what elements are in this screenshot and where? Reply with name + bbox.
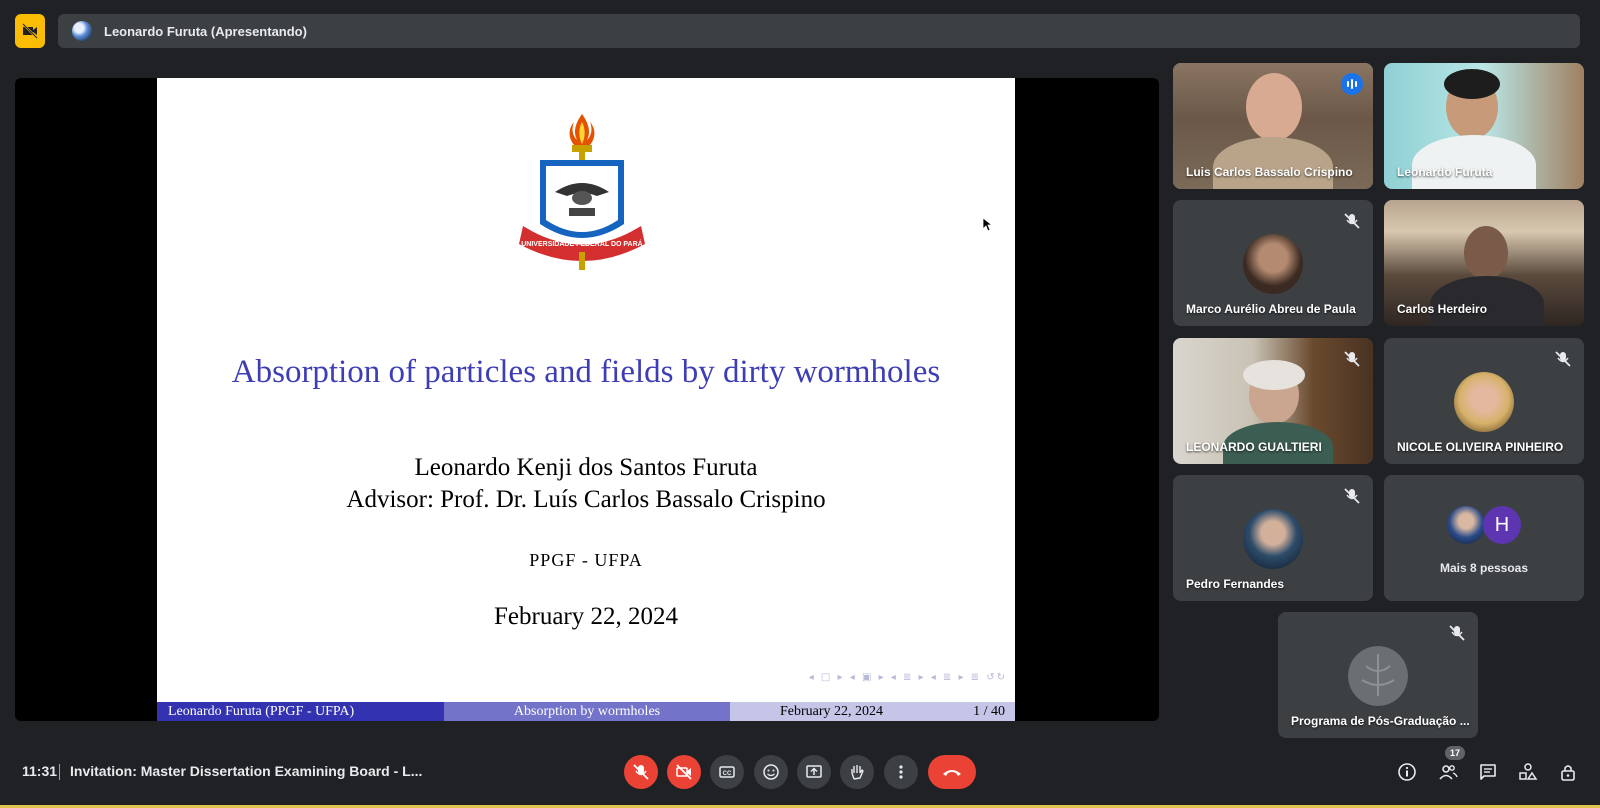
slide-institution: PPGF - UFPA: [529, 550, 643, 570]
speaking-indicator-icon: [1341, 73, 1363, 95]
slide-advisor: Advisor: Prof. Dr. Luís Carlos Bassalo C…: [346, 486, 826, 513]
footline-date-page: February 22, 2024 1 / 40: [730, 702, 1015, 721]
divider: [59, 764, 60, 780]
more-options-button[interactable]: [884, 755, 918, 789]
mic-off-icon: [633, 764, 649, 780]
mic-off-icon: [1449, 625, 1465, 641]
participant-name: Marco Aurélio Abreu de Paula: [1186, 302, 1356, 316]
more-options-icon: [899, 765, 903, 779]
people-icon: [1439, 765, 1458, 780]
participant-avatar: [1348, 646, 1408, 706]
meeting-clock: 11:31: [22, 763, 58, 779]
participant-tile-leonardo-furuta[interactable]: Leonardo Furuta: [1384, 63, 1584, 189]
participant-tile-luis-carlos[interactable]: Luis Carlos Bassalo Crispino: [1173, 63, 1373, 189]
mouse-cursor-icon: [983, 218, 993, 232]
camera-off-indicator-icon[interactable]: [15, 14, 45, 48]
activities-icon: [1519, 763, 1538, 780]
more-participants-tile[interactable]: H Mais 8 pessoas: [1384, 475, 1584, 601]
raise-hand-icon: [851, 765, 864, 780]
participant-avatar: [1243, 234, 1303, 294]
chat-icon: [1480, 764, 1496, 780]
participant-avatar-letter: H: [1483, 506, 1521, 544]
participant-tile-pedro-fernandes[interactable]: Pedro Fernandes: [1173, 475, 1373, 601]
svg-text:CC: CC: [723, 771, 732, 777]
emoji-reaction-button[interactable]: [754, 755, 788, 789]
footline-page: 1 / 40: [973, 703, 1005, 719]
participant-name: Leonardo Furuta: [1397, 165, 1493, 179]
footline-date: February 22, 2024: [780, 703, 884, 719]
present-screen-button[interactable]: [797, 755, 831, 789]
slide-author: Leonardo Kenji dos Santos Furuta: [414, 454, 758, 481]
participant-tile-programa-pos-graduacao[interactable]: Programa de Pós-Graduação ...: [1278, 612, 1478, 738]
video-off-icon: [676, 764, 692, 780]
beamer-navigation-symbols[interactable]: ◂ □ ▸ ◂ ▣ ▸ ◂ ≣ ▸ ◂ ≣ ▸ ≣ ↺↻: [809, 672, 1007, 683]
presenter-avatar: [72, 21, 92, 41]
presentation-slide: UNIVERSIDADE FEDERAL DO PARÁ Absorption …: [157, 78, 1015, 721]
presenter-bar: Leonardo Furuta (Apresentando): [58, 14, 1580, 48]
crest-text: UNIVERSIDADE FEDERAL DO PARÁ: [521, 239, 642, 248]
info-icon: [1398, 763, 1416, 781]
people-count-badge: 17: [1445, 746, 1465, 760]
participant-avatar: [1447, 506, 1485, 544]
participant-avatar: [1454, 372, 1514, 432]
slide-title: Absorption of particles and fields by di…: [231, 354, 941, 390]
mic-off-icon: [1555, 351, 1571, 367]
present-icon: [806, 765, 822, 778]
participant-name: LEONARDO GUALTIERI: [1186, 440, 1322, 454]
camera-toggle-button[interactable]: [667, 755, 701, 789]
leave-call-button[interactable]: [928, 755, 976, 789]
footline-author: Leonardo Furuta (PPGF - UFPA): [157, 702, 444, 721]
participant-tile-leonardo-gualtieri[interactable]: LEONARDO GUALTIERI: [1173, 338, 1373, 464]
raise-hand-button[interactable]: [840, 755, 874, 789]
chat-button[interactable]: [1477, 761, 1499, 783]
participant-tile-carlos-herdeiro[interactable]: Carlos Herdeiro: [1384, 200, 1584, 326]
host-controls-icon: [1561, 765, 1575, 781]
participant-name: Carlos Herdeiro: [1397, 302, 1488, 316]
more-participants-label: Mais 8 pessoas: [1439, 561, 1529, 575]
slide-footline: Leonardo Furuta (PPGF - UFPA) Absorption…: [157, 702, 1015, 721]
presenter-name: Leonardo Furuta (Apresentando): [104, 23, 307, 39]
mic-off-icon: [1344, 351, 1360, 367]
host-controls-button[interactable]: [1557, 761, 1579, 783]
captions-button[interactable]: CC: [710, 755, 744, 789]
presentation-stage[interactable]: UNIVERSIDADE FEDERAL DO PARÁ Absorption …: [15, 78, 1159, 721]
people-button[interactable]: [1437, 761, 1459, 783]
slide-date: February 22, 2024: [494, 603, 678, 630]
hangup-icon: [943, 770, 961, 776]
participant-name: Luis Carlos Bassalo Crispino: [1186, 165, 1353, 179]
participant-name: Pedro Fernandes: [1186, 577, 1285, 591]
participant-tile-nicole-oliveira[interactable]: NICOLE OLIVEIRA PINHEIRO: [1384, 338, 1584, 464]
activities-button[interactable]: [1517, 761, 1539, 783]
mic-off-icon: [1344, 488, 1360, 504]
participant-tile-marco-aurelio[interactable]: Marco Aurélio Abreu de Paula: [1173, 200, 1373, 326]
mic-off-icon: [1344, 213, 1360, 229]
meeting-title[interactable]: Invitation: Master Dissertation Examinin…: [70, 763, 422, 779]
mic-toggle-button[interactable]: [624, 755, 658, 789]
participant-name: NICOLE OLIVEIRA PINHEIRO: [1397, 440, 1564, 454]
university-crest-logo: UNIVERSIDADE FEDERAL DO PARÁ: [519, 114, 645, 270]
participant-avatar: [1243, 509, 1303, 569]
captions-icon: CC: [719, 766, 735, 778]
footline-title: Absorption by wormholes: [444, 702, 730, 721]
meeting-details-button[interactable]: [1396, 761, 1418, 783]
participant-name: Programa de Pós-Graduação ...: [1291, 714, 1470, 728]
emoji-icon: [763, 764, 779, 780]
